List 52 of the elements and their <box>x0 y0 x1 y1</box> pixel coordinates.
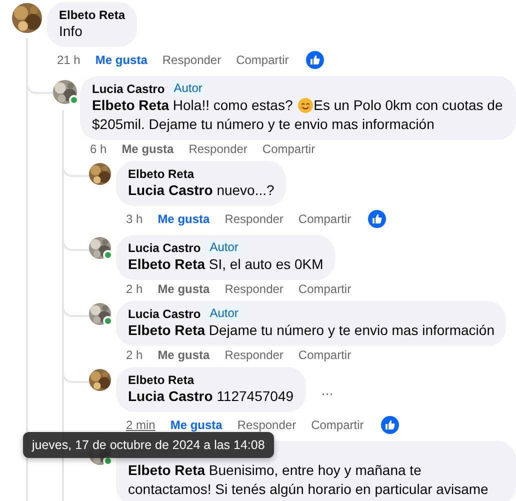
author-name[interactable]: Elbeto Reta <box>128 372 194 386</box>
reply-link[interactable]: Responder <box>188 142 248 156</box>
thumbs-up-icon[interactable] <box>380 416 399 434</box>
thumbs-up-icon[interactable] <box>368 210 386 228</box>
avatar <box>53 80 77 104</box>
share-link[interactable]: Compartir <box>298 348 352 362</box>
like-link[interactable]: Me gusta <box>95 53 148 67</box>
comment-text: Lucia Castro 1127457049 <box>128 387 294 406</box>
like-link[interactable]: Me gusta <box>158 282 210 296</box>
share-link[interactable]: Compartir <box>236 53 289 67</box>
author-name[interactable]: Elbeto Reta <box>128 166 194 180</box>
like-link[interactable]: Me gusta <box>122 142 174 156</box>
author-name[interactable]: Lucia Castro <box>128 240 201 254</box>
avatar <box>12 3 42 33</box>
reply-link[interactable]: Responder <box>224 282 284 296</box>
avatar <box>89 163 111 185</box>
share-link[interactable]: Compartir <box>298 282 352 296</box>
more-button[interactable]: ... <box>318 382 338 398</box>
comment-time[interactable]: 2 min <box>126 418 156 432</box>
reply-link[interactable]: Responder <box>224 348 284 362</box>
share-link[interactable]: Compartir <box>262 142 316 156</box>
author-label: Autor <box>170 81 206 96</box>
thumbs-up-icon[interactable] <box>306 51 324 69</box>
smiley-icon <box>298 98 313 113</box>
avatar <box>89 303 111 325</box>
date-tooltip: jueves, 17 de octubre de 2024 a las 14:08 <box>23 432 274 458</box>
avatar <box>89 237 111 259</box>
comment-text: Info <box>59 22 84 41</box>
like-link[interactable]: Me gusta <box>170 418 222 432</box>
comment-time[interactable]: 2 h <box>126 348 143 362</box>
author-name[interactable]: Lucia Castro <box>92 82 165 96</box>
reply-link[interactable]: Responder <box>224 212 284 226</box>
author-label: Autor <box>206 240 242 255</box>
like-link[interactable]: Me gusta <box>158 348 210 362</box>
comment-time[interactable]: 2 h <box>126 282 143 296</box>
reply-link[interactable]: Responder <box>237 418 296 432</box>
comment-text: Elbeto Reta SI, el auto es 0KM <box>128 255 324 274</box>
share-link[interactable]: Compartir <box>311 418 364 432</box>
comment-text: Elbeto Reta Dejame tu número y te envio mas información <box>128 321 494 340</box>
avatar <box>89 369 111 391</box>
comment-text: Elbeto Reta Buenisimo, entre hoy y mañana te contactamos! Si tenés algún horario en particular avisame <box>128 461 490 499</box>
author-name[interactable]: Elbeto Reta <box>59 8 126 22</box>
like-link[interactable]: Me gusta <box>158 212 210 226</box>
share-link[interactable]: Compartir <box>298 212 352 226</box>
comment-text: Lucia Castro nuevo...? <box>128 181 274 200</box>
comment-time[interactable]: 6 h <box>90 142 107 156</box>
reply-link[interactable]: Responder <box>162 53 222 67</box>
author-name[interactable]: Lucia Castro <box>128 306 201 320</box>
comment-time[interactable]: 3 h <box>126 212 143 226</box>
comment-text: Elbeto Reta Hola!! como estas? Es un Polo 0km con cuotas de $205mil. Dejame tu número y te envio mas información <box>92 96 504 134</box>
comment-time[interactable]: 21 h <box>57 53 80 67</box>
author-label: Autor <box>206 306 242 321</box>
